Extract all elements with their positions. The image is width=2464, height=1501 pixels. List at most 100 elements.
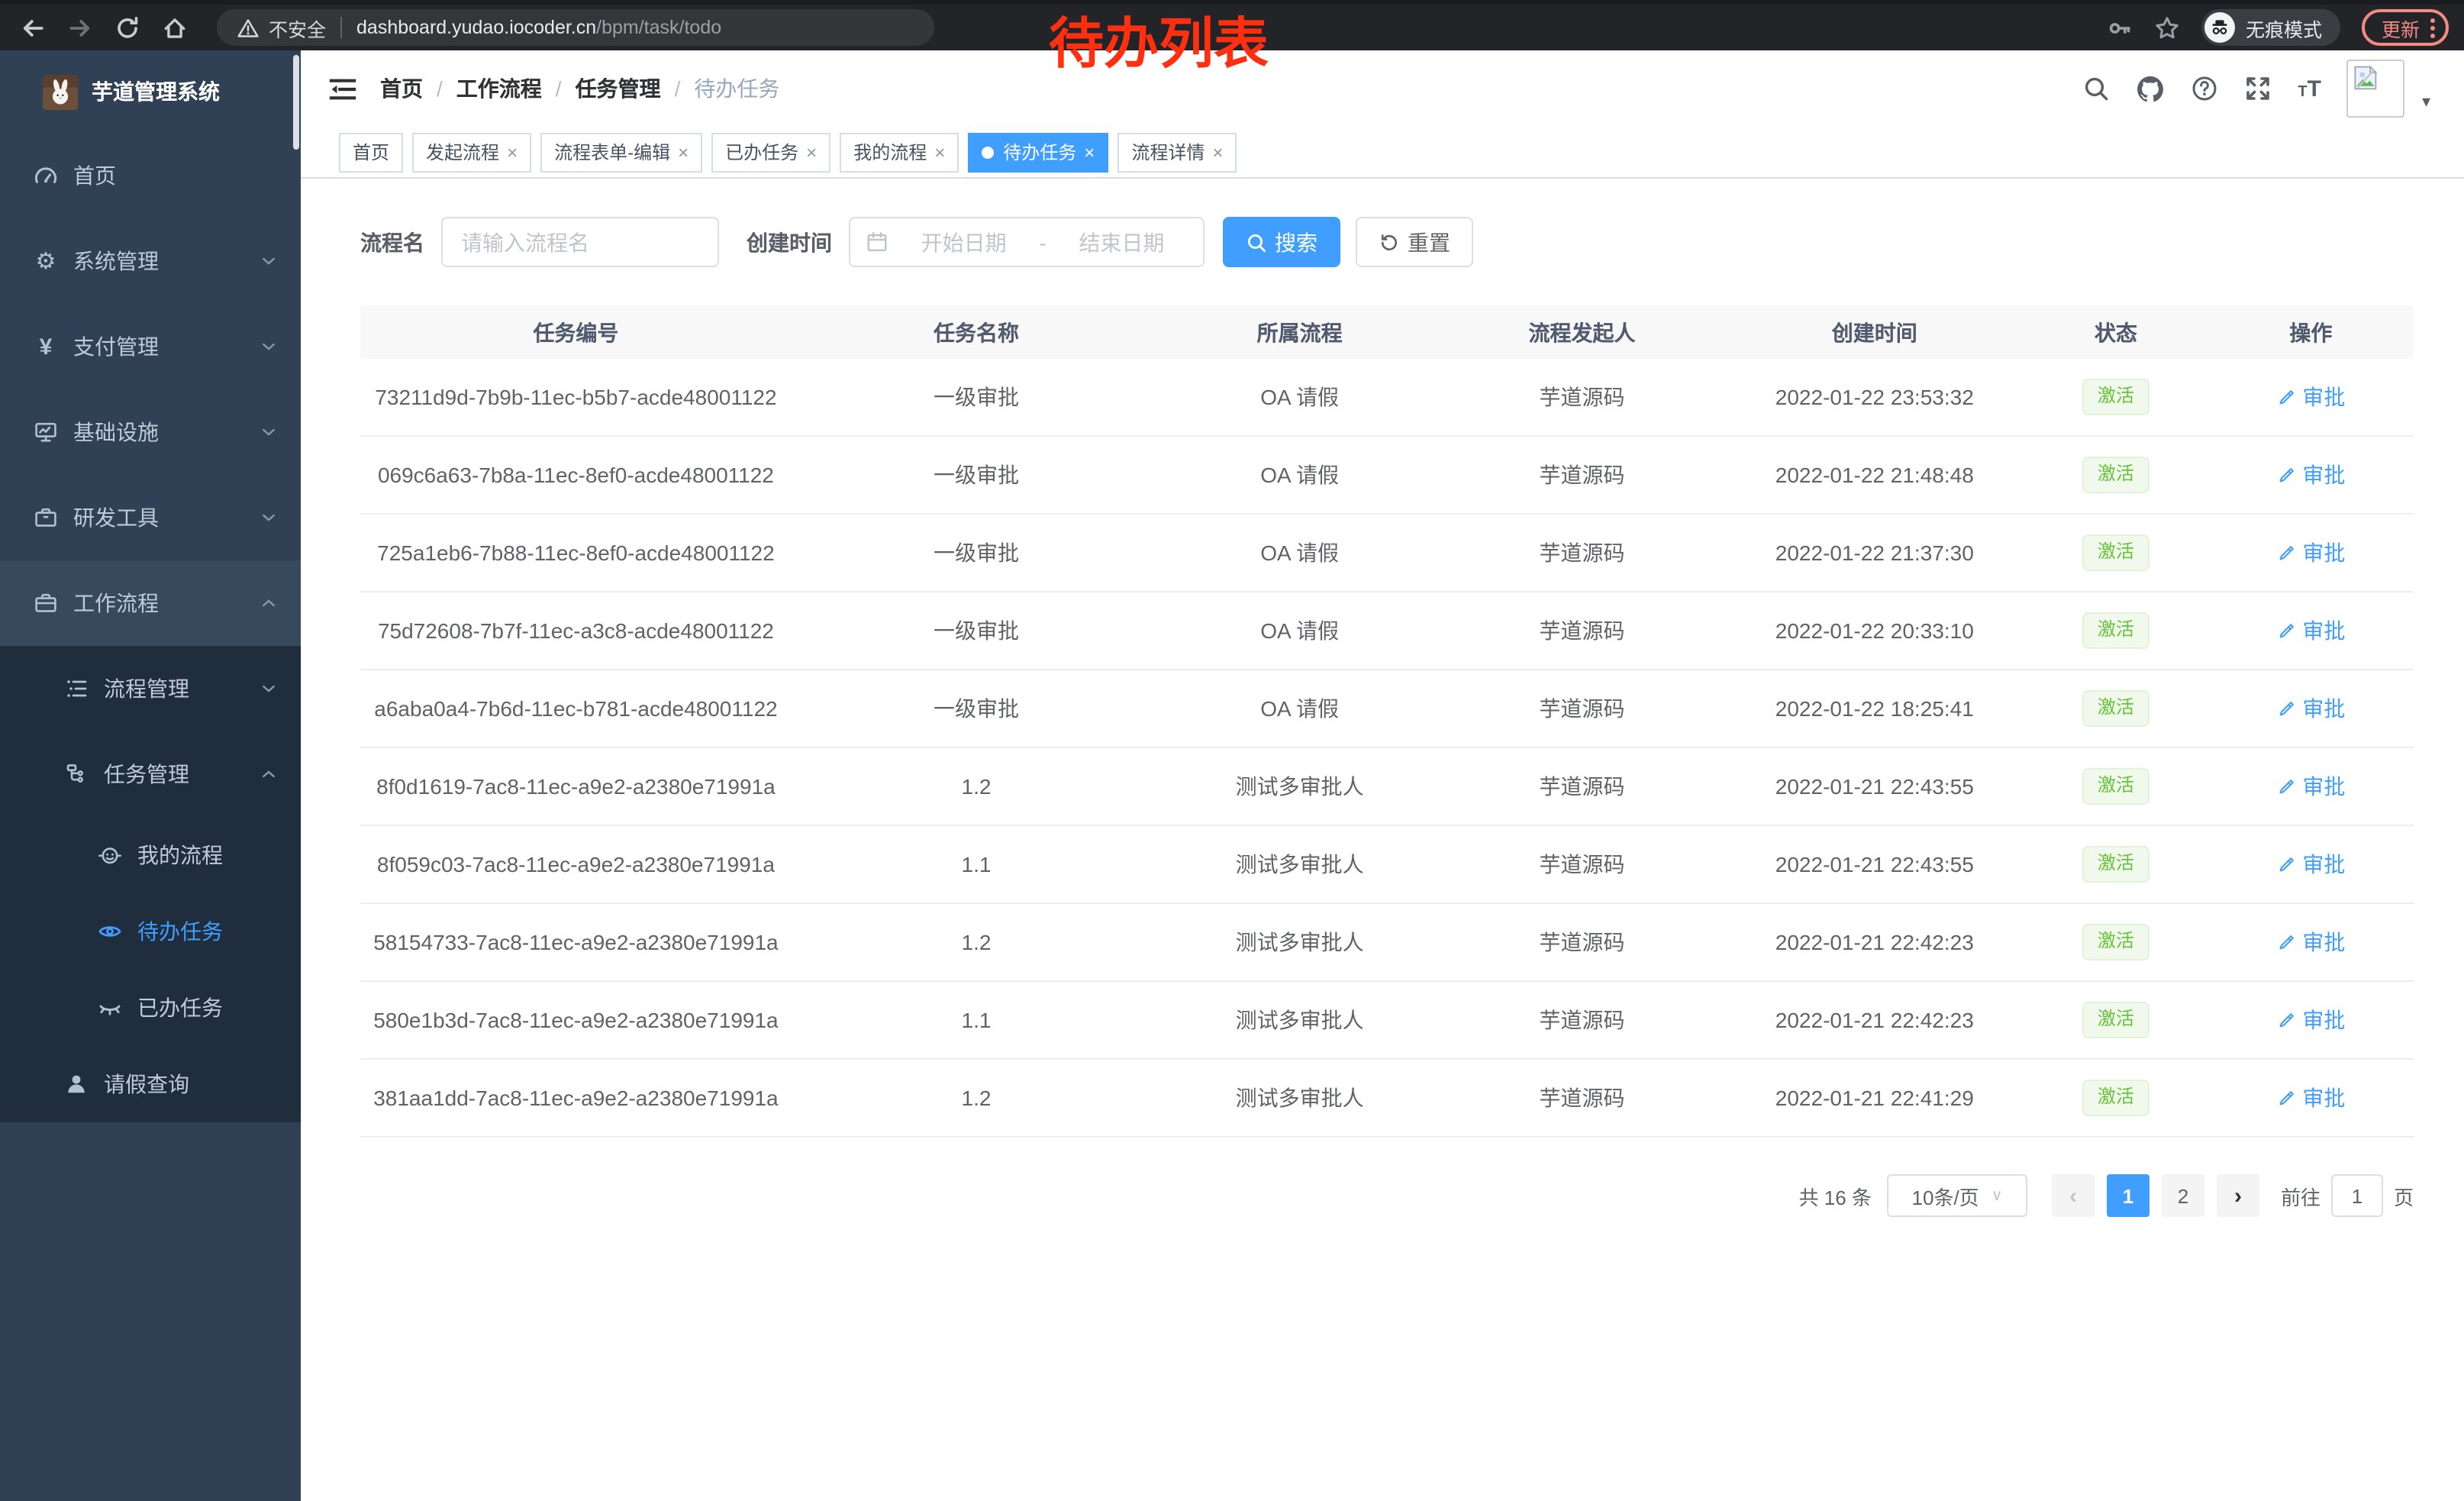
col-header-task-name: 任务名称 [792, 317, 1161, 347]
search-button[interactable]: 搜索 [1223, 217, 1340, 267]
col-header-created: 创建时间 [1726, 317, 2024, 347]
sidebar-item-workflow[interactable]: 工作流程 [0, 560, 301, 646]
browser-home-icon[interactable] [160, 14, 188, 41]
gear-icon: ⚙ [34, 249, 58, 273]
goto-page-input[interactable] [2331, 1174, 2383, 1217]
github-icon[interactable] [2136, 74, 2165, 103]
close-icon[interactable]: × [934, 143, 945, 161]
fullscreen-icon[interactable] [2244, 75, 2272, 102]
close-icon[interactable]: × [806, 143, 817, 161]
sidebar-item-system[interactable]: ⚙ 系统管理 [0, 218, 301, 304]
sidebar-item-label: 我的流程 [137, 840, 223, 870]
browser-forward-icon[interactable] [66, 14, 93, 41]
browser-reload-icon[interactable] [113, 14, 140, 41]
approve-link[interactable]: 审批 [2276, 382, 2345, 412]
end-date-placeholder: 结束日期 [1056, 227, 1188, 257]
prev-page-button[interactable]: ‹ [2052, 1174, 2095, 1217]
tab-start-process[interactable]: 发起流程 × [412, 132, 531, 172]
chrome-menu-icon[interactable] [2430, 18, 2435, 37]
reset-button[interactable]: 重置 [1356, 217, 1473, 267]
approve-link[interactable]: 审批 [2276, 460, 2345, 490]
approve-link[interactable]: 审批 [2276, 1005, 2345, 1035]
breadcrumb-task-mgmt[interactable]: 任务管理 [576, 73, 661, 104]
help-icon[interactable] [2191, 75, 2218, 102]
close-icon[interactable]: × [507, 143, 518, 161]
tab-done-tasks[interactable]: 已办任务 × [711, 132, 830, 172]
page-button-2[interactable]: 2 [2162, 1174, 2204, 1217]
approve-link[interactable]: 审批 [2276, 537, 2345, 568]
breadcrumb-home[interactable]: 首页 [380, 73, 423, 104]
table-row: 069c6a63-7b8a-11ec-8ef0-acde48001122 一级审… [360, 437, 2414, 515]
table-row: 73211d9d-7b9b-11ec-b5b7-acde48001122 一级审… [360, 359, 2414, 437]
table-row: 75d72608-7b7f-11ec-a3c8-acde48001122 一级审… [360, 592, 2414, 670]
search-icon[interactable] [2082, 75, 2110, 102]
approve-link[interactable]: 审批 [2276, 771, 2345, 802]
close-icon[interactable]: × [1212, 143, 1223, 161]
chevron-down-icon [260, 423, 278, 441]
tab-form-edit[interactable]: 流程表单-编辑 × [540, 132, 702, 172]
col-header-initiator: 流程发起人 [1438, 317, 1726, 347]
gauge-icon [34, 163, 58, 188]
tab-process-detail[interactable]: 流程详情 × [1118, 132, 1237, 172]
sidebar-item-done-tasks[interactable]: 已办任务 [0, 970, 301, 1046]
approve-link[interactable]: 审批 [2276, 693, 2345, 724]
date-range-picker[interactable]: 开始日期 - 结束日期 [849, 217, 1205, 267]
bookmark-star-icon[interactable] [2154, 15, 2180, 40]
update-label: 更新 [2382, 13, 2420, 42]
sidebar-item-my-process[interactable]: 我的流程 [0, 817, 301, 893]
sidebar-item-pay[interactable]: ¥ 支付管理 [0, 304, 301, 389]
sidebar-item-todo-tasks[interactable]: 待办任务 [0, 893, 301, 970]
tag-tabs-bar: 首页 发起流程 × 流程表单-编辑 × 已办任务 × 我的流程 × [301, 127, 2464, 179]
col-header-task-id: 任务编号 [360, 317, 792, 347]
breadcrumb-workflow[interactable]: 工作流程 [456, 73, 542, 104]
eye-closed-icon [98, 996, 122, 1020]
table-row: 580e1b3d-7ac8-11ec-a9e2-a2380e71991a 1.1… [360, 982, 2414, 1060]
sidebar-item-leave-query[interactable]: 请假查询 [0, 1046, 301, 1122]
tab-home[interactable]: 首页 [339, 132, 403, 172]
approve-link[interactable]: 审批 [2276, 849, 2345, 880]
incognito-badge: 无痕模式 [2201, 9, 2340, 46]
approve-link[interactable]: 审批 [2276, 927, 2345, 957]
avatar-dropdown-caret-icon[interactable]: ▾ [2422, 91, 2430, 111]
chevron-down-icon [260, 679, 278, 698]
address-bar[interactable]: 不安全 dashboard.yudao.iocoder.cn/bpm/task/… [217, 9, 934, 46]
sidebar-item-infra[interactable]: 基础设施 [0, 389, 301, 475]
eye-icon [98, 919, 122, 944]
monitor-icon [34, 420, 58, 444]
tab-todo-tasks[interactable]: 待办任务 × [968, 132, 1108, 172]
pagination: 共 16 条 10条/页 ∨ ‹ 1 2 › 前往 页 [360, 1174, 2414, 1217]
tab-my-process[interactable]: 我的流程 × [840, 132, 959, 172]
breadcrumb-current: 待办任务 [694, 73, 779, 104]
sidebar-scrollbar[interactable] [293, 55, 299, 150]
status-badge: 激活 [2082, 1002, 2150, 1038]
approve-link[interactable]: 审批 [2276, 1083, 2345, 1113]
process-name-input[interactable] [441, 217, 719, 267]
status-badge: 激活 [2082, 534, 2150, 570]
sidebar-item-process-mgmt[interactable]: 流程管理 [0, 646, 301, 731]
sidebar-item-home[interactable]: 首页 [0, 133, 301, 218]
status-badge: 激活 [2082, 457, 2150, 492]
close-icon[interactable]: × [678, 143, 689, 161]
workflow-submenu: 流程管理 任务管理 我的流程 [0, 646, 301, 1122]
start-date-placeholder: 开始日期 [898, 227, 1030, 257]
font-size-icon[interactable]: TT [2298, 76, 2321, 102]
page-size-select[interactable]: 10条/页 ∨ [1887, 1174, 2027, 1217]
update-button[interactable]: 更新 [2362, 9, 2449, 46]
url-path: /bpm/task/todo [596, 17, 721, 38]
browser-back-icon[interactable] [18, 14, 46, 41]
chevron-down-icon [260, 252, 278, 270]
app-logo-row[interactable]: 芋道管理系统 [0, 50, 301, 133]
avatar[interactable] [2347, 60, 2405, 118]
sidebar-collapse-icon[interactable] [328, 76, 357, 102]
sidebar-item-task-mgmt[interactable]: 任务管理 [0, 731, 301, 817]
sidebar-item-label: 待办任务 [137, 916, 223, 947]
approve-link[interactable]: 审批 [2276, 615, 2345, 646]
next-page-button[interactable]: › [2217, 1174, 2259, 1217]
not-secure-warning-icon[interactable] [237, 16, 260, 39]
sidebar-item-label: 请假查询 [104, 1069, 189, 1099]
sidebar-item-label: 流程管理 [104, 673, 189, 704]
password-key-icon[interactable] [2107, 15, 2133, 40]
page-button-1[interactable]: 1 [2107, 1174, 2150, 1217]
close-icon[interactable]: × [1084, 143, 1095, 161]
sidebar-item-devtools[interactable]: 研发工具 [0, 475, 301, 560]
